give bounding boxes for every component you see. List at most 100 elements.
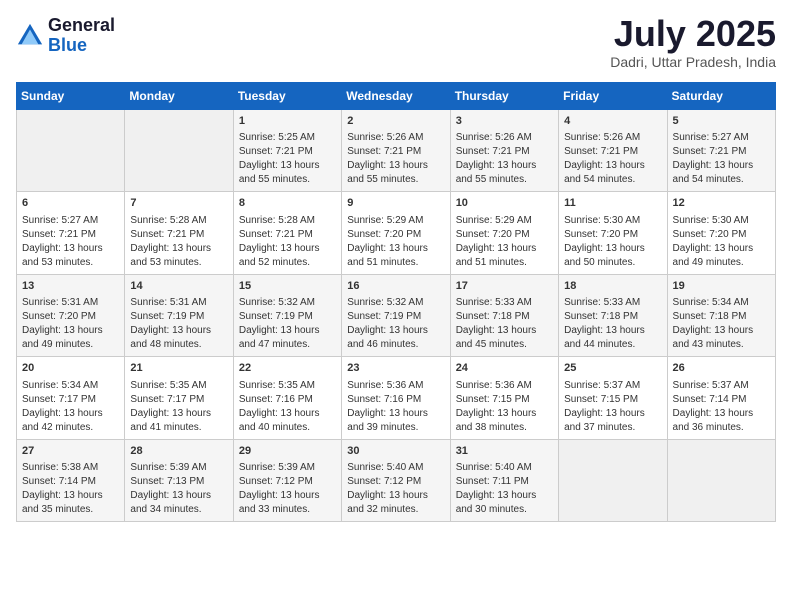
day-info: Sunrise: 5:35 AM Sunset: 7:17 PM Dayligh… (130, 379, 227, 435)
day-info: Sunrise: 5:30 AM Sunset: 7:20 PM Dayligh… (673, 214, 770, 270)
day-info: Sunrise: 5:31 AM Sunset: 7:20 PM Dayligh… (22, 296, 119, 352)
day-info: Sunrise: 5:38 AM Sunset: 7:14 PM Dayligh… (22, 461, 119, 517)
calendar-cell: 19 Sunrise: 5:34 AM Sunset: 7:18 PM Dayli… (667, 274, 775, 356)
day-info: Sunrise: 5:32 AM Sunset: 7:19 PM Dayligh… (239, 296, 336, 352)
week-row-3: 13 Sunrise: 5:31 AM Sunset: 7:20 PM Dayli… (17, 274, 776, 356)
day-info: Sunrise: 5:31 AM Sunset: 7:19 PM Dayligh… (130, 296, 227, 352)
day-info: Sunrise: 5:34 AM Sunset: 7:17 PM Dayligh… (22, 379, 119, 435)
day-info: Sunrise: 5:36 AM Sunset: 7:16 PM Dayligh… (347, 379, 444, 435)
day-info: Sunrise: 5:33 AM Sunset: 7:18 PM Dayligh… (456, 296, 553, 352)
day-number: 17 (456, 279, 553, 294)
day-number: 26 (673, 361, 770, 376)
week-row-4: 20Sunrise: 5:34 AM Sunset: 7:17 PM Dayli… (17, 357, 776, 439)
day-number: 25 (564, 361, 661, 376)
day-number: 18 (564, 279, 661, 294)
day-number: 1 (239, 114, 336, 129)
day-info: Sunrise: 5:37 AM Sunset: 7:15 PM Dayligh… (564, 379, 661, 435)
week-row-2: 6 Sunrise: 5:27 AM Sunset: 7:21 PM Daylig… (17, 192, 776, 274)
title-block: July 2025 Dadri, Uttar Pradesh, India (610, 16, 776, 70)
day-number: 15 (239, 279, 336, 294)
day-number: 28 (130, 444, 227, 459)
day-number: 31 (456, 444, 553, 459)
day-number: 19 (673, 279, 770, 294)
day-number: 12 (673, 196, 770, 211)
calendar-cell: 10Sunrise: 5:29 AM Sunset: 7:20 PM Dayli… (450, 192, 558, 274)
calendar-cell: 23Sunrise: 5:36 AM Sunset: 7:16 PM Dayli… (342, 357, 450, 439)
day-info: Sunrise: 5:32 AM Sunset: 7:19 PM Dayligh… (347, 296, 444, 352)
day-info: Sunrise: 5:26 AM Sunset: 7:21 PM Dayligh… (564, 131, 661, 187)
calendar-cell: 7 Sunrise: 5:28 AM Sunset: 7:21 PM Daylig… (125, 192, 233, 274)
calendar-cell: 31 Sunrise: 5:40 AM Sunset: 7:11 PM Dayli… (450, 439, 558, 521)
calendar-cell: 25 Sunrise: 5:37 AM Sunset: 7:15 PM Dayli… (559, 357, 667, 439)
day-number: 22 (239, 361, 336, 376)
calendar-cell: 13 Sunrise: 5:31 AM Sunset: 7:20 PM Dayli… (17, 274, 125, 356)
day-info: Sunrise: 5:30 AM Sunset: 7:20 PM Dayligh… (564, 214, 661, 270)
calendar-cell: 18Sunrise: 5:33 AM Sunset: 7:18 PM Dayli… (559, 274, 667, 356)
day-info: Sunrise: 5:29 AM Sunset: 7:20 PM Dayligh… (347, 214, 444, 270)
day-info: Sunrise: 5:28 AM Sunset: 7:21 PM Dayligh… (239, 214, 336, 270)
day-number: 6 (22, 196, 119, 211)
calendar-cell: 29Sunrise: 5:39 AM Sunset: 7:12 PM Dayli… (233, 439, 341, 521)
day-info: Sunrise: 5:28 AM Sunset: 7:21 PM Dayligh… (130, 214, 227, 270)
calendar-table: SundayMondayTuesdayWednesdayThursdayFrid… (16, 82, 776, 522)
calendar-cell: 1Sunrise: 5:25 AM Sunset: 7:21 PM Daylig… (233, 110, 341, 192)
day-number: 7 (130, 196, 227, 211)
day-number: 16 (347, 279, 444, 294)
day-info: Sunrise: 5:40 AM Sunset: 7:12 PM Dayligh… (347, 461, 444, 517)
calendar-cell: 14Sunrise: 5:31 AM Sunset: 7:19 PM Dayli… (125, 274, 233, 356)
day-number: 5 (673, 114, 770, 129)
calendar-cell: 16 Sunrise: 5:32 AM Sunset: 7:19 PM Dayli… (342, 274, 450, 356)
calendar-cell: 12 Sunrise: 5:30 AM Sunset: 7:20 PM Dayli… (667, 192, 775, 274)
day-info: Sunrise: 5:37 AM Sunset: 7:14 PM Dayligh… (673, 379, 770, 435)
weekday-header-saturday: Saturday (667, 83, 775, 110)
day-number: 21 (130, 361, 227, 376)
day-info: Sunrise: 5:26 AM Sunset: 7:21 PM Dayligh… (456, 131, 553, 187)
day-number: 8 (239, 196, 336, 211)
weekday-header-monday: Monday (125, 83, 233, 110)
day-info: Sunrise: 5:40 AM Sunset: 7:11 PM Dayligh… (456, 461, 553, 517)
day-info: Sunrise: 5:34 AM Sunset: 7:18 PM Dayligh… (673, 296, 770, 352)
day-info: Sunrise: 5:27 AM Sunset: 7:21 PM Dayligh… (22, 214, 119, 270)
calendar-cell: 15 Sunrise: 5:32 AM Sunset: 7:19 PM Dayli… (233, 274, 341, 356)
logo-blue: Blue (48, 36, 115, 56)
day-number: 4 (564, 114, 661, 129)
logo-general: General (48, 16, 115, 36)
calendar-cell: 9Sunrise: 5:29 AM Sunset: 7:20 PM Daylig… (342, 192, 450, 274)
calendar-cell (125, 110, 233, 192)
calendar-cell: 22Sunrise: 5:35 AM Sunset: 7:16 PM Dayli… (233, 357, 341, 439)
calendar-cell: 27 Sunrise: 5:38 AM Sunset: 7:14 PM Dayli… (17, 439, 125, 521)
day-number: 27 (22, 444, 119, 459)
calendar-cell: 4 Sunrise: 5:26 AM Sunset: 7:21 PM Daylig… (559, 110, 667, 192)
day-number: 13 (22, 279, 119, 294)
day-info: Sunrise: 5:27 AM Sunset: 7:21 PM Dayligh… (673, 131, 770, 187)
day-info: Sunrise: 5:39 AM Sunset: 7:12 PM Dayligh… (239, 461, 336, 517)
day-number: 3 (456, 114, 553, 129)
logo-text: General Blue (48, 16, 115, 56)
day-number: 24 (456, 361, 553, 376)
week-row-1: 1Sunrise: 5:25 AM Sunset: 7:21 PM Daylig… (17, 110, 776, 192)
calendar-cell: 28 Sunrise: 5:39 AM Sunset: 7:13 PM Dayli… (125, 439, 233, 521)
day-number: 2 (347, 114, 444, 129)
weekday-header-friday: Friday (559, 83, 667, 110)
week-row-5: 27 Sunrise: 5:38 AM Sunset: 7:14 PM Dayli… (17, 439, 776, 521)
calendar-cell: 5 Sunrise: 5:27 AM Sunset: 7:21 PM Daylig… (667, 110, 775, 192)
day-info: Sunrise: 5:39 AM Sunset: 7:13 PM Dayligh… (130, 461, 227, 517)
calendar-cell (667, 439, 775, 521)
calendar-cell: 2 Sunrise: 5:26 AM Sunset: 7:21 PM Daylig… (342, 110, 450, 192)
day-number: 10 (456, 196, 553, 211)
calendar-cell (559, 439, 667, 521)
location: Dadri, Uttar Pradesh, India (610, 54, 776, 70)
page-header: General Blue July 2025 Dadri, Uttar Prad… (16, 16, 776, 70)
weekday-header-row: SundayMondayTuesdayWednesdayThursdayFrid… (17, 83, 776, 110)
calendar-cell (17, 110, 125, 192)
month-year: July 2025 (610, 16, 776, 52)
calendar-cell: 6 Sunrise: 5:27 AM Sunset: 7:21 PM Daylig… (17, 192, 125, 274)
calendar-cell: 3 Sunrise: 5:26 AM Sunset: 7:21 PM Daylig… (450, 110, 558, 192)
calendar-cell: 30Sunrise: 5:40 AM Sunset: 7:12 PM Dayli… (342, 439, 450, 521)
calendar-cell: 26 Sunrise: 5:37 AM Sunset: 7:14 PM Dayli… (667, 357, 775, 439)
weekday-header-tuesday: Tuesday (233, 83, 341, 110)
calendar-cell: 11 Sunrise: 5:30 AM Sunset: 7:20 PM Dayli… (559, 192, 667, 274)
day-number: 11 (564, 196, 661, 211)
day-info: Sunrise: 5:26 AM Sunset: 7:21 PM Dayligh… (347, 131, 444, 187)
calendar-cell: 17 Sunrise: 5:33 AM Sunset: 7:18 PM Dayli… (450, 274, 558, 356)
